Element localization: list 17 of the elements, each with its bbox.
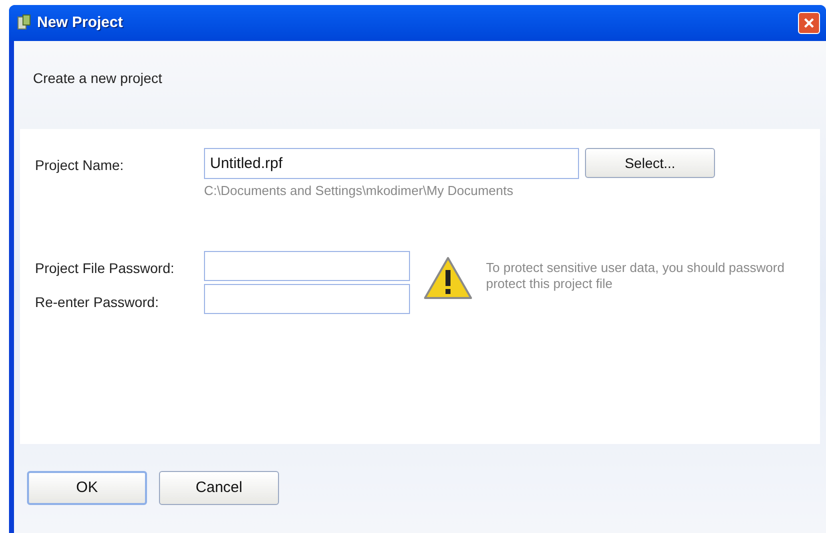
password-field[interactable] bbox=[204, 250, 410, 280]
warning-text: To protect sensitive user data, you should password protect this project file bbox=[486, 260, 786, 293]
window-title: New Project bbox=[37, 12, 123, 33]
dialog-button[interactable]: Cancel bbox=[159, 471, 279, 505]
header-text: Create a new project bbox=[33, 70, 162, 86]
password-field[interactable] bbox=[204, 284, 410, 314]
select-button[interactable]: Select... bbox=[585, 148, 715, 178]
close-button[interactable] bbox=[798, 12, 820, 34]
warning-icon bbox=[423, 256, 473, 300]
app-icon bbox=[15, 14, 33, 32]
project-name-field[interactable]: Untitled.rpf bbox=[204, 148, 579, 179]
path-text: C:\Documents and Settings\mkodimer\My Documents bbox=[204, 182, 514, 200]
field-label: Re-enter Password: bbox=[35, 292, 160, 312]
field-label: Project File Password: bbox=[35, 258, 176, 278]
close-icon bbox=[803, 17, 815, 29]
field-label: Project Name: bbox=[35, 156, 125, 175]
dialog-button[interactable]: OK bbox=[27, 471, 147, 505]
